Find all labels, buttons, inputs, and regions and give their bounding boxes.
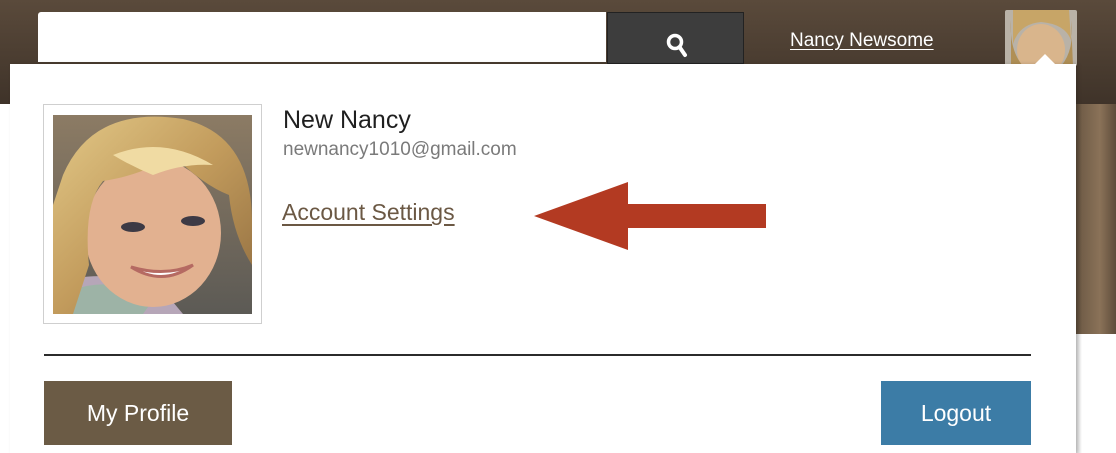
dropdown-caret xyxy=(1034,54,1056,65)
search-icon xyxy=(666,33,687,57)
profile-display-name: New Nancy xyxy=(283,106,411,134)
search-button[interactable] xyxy=(607,12,744,64)
search-input[interactable] xyxy=(38,12,606,62)
avatar xyxy=(53,115,252,314)
account-settings-link[interactable]: Account Settings xyxy=(282,199,455,226)
my-profile-button[interactable]: My Profile xyxy=(44,381,232,445)
profile-email: newnancy1010@gmail.com xyxy=(283,139,517,160)
profile-photo xyxy=(43,104,262,324)
logout-button[interactable]: Logout xyxy=(881,381,1031,445)
divider xyxy=(44,354,1031,356)
user-menu-link[interactable]: Nancy Newsome xyxy=(790,30,934,52)
annotation-arrow-icon xyxy=(534,182,766,250)
page-background-edge xyxy=(1076,104,1116,453)
